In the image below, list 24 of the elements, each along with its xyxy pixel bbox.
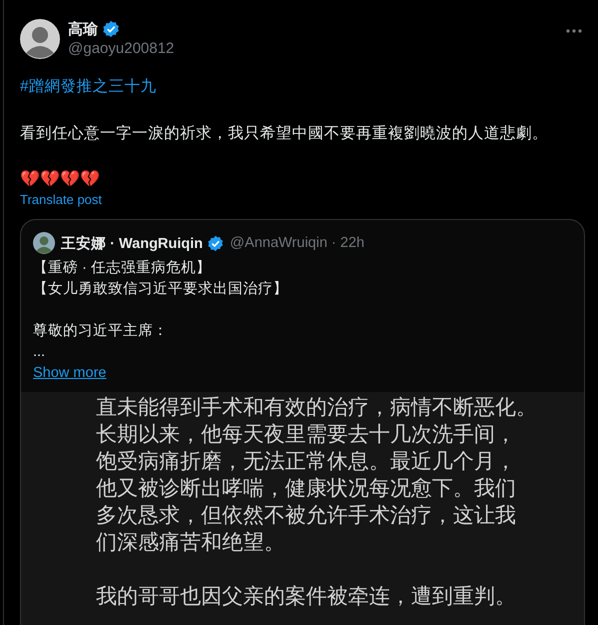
screenshot-text-line: 他又被诊断出哮喘，健康状况每况愈下。我们: [96, 476, 517, 502]
more-icon[interactable]: [566, 29, 582, 33]
quote-text-line: 尊敬的习近平主席：: [33, 322, 169, 341]
quoted-post-card[interactable]: [20, 219, 585, 625]
avatar-icon[interactable]: [20, 19, 60, 59]
quote-text-line: 【女儿勇敢致信习近平要求出国治疗】: [33, 280, 289, 299]
author-name[interactable]: 王安娜 · WangRuiqin: [61, 234, 203, 252]
screenshot-text-line: 饱受病痛折磨，无法正常休息。最近几个月，: [96, 449, 517, 475]
screenshot-text-line: 直未能得到手术和有效的治疗，病情不断恶化。: [96, 395, 538, 421]
handle-and-time: @AnnaWruiqin · 22h: [230, 235, 364, 251]
show-more-link[interactable]: Show more: [33, 365, 106, 381]
post-text: 看到任心意一字一淚的祈求，我只希望中國不要再重複劉曉波的人道悲劇。: [20, 124, 549, 144]
translate-link[interactable]: Translate post: [20, 192, 102, 207]
quote-text-line: 【重磅 · 任志强重病危机】: [33, 258, 212, 278]
author-name[interactable]: 高瑜: [68, 20, 98, 38]
screenshot-text-line: 长期以来，他每天夜里需要去十几次洗手间，: [96, 422, 517, 448]
screenshot-text-line: 我的哥哥也因父亲的案件被牵连，遭到重判。: [96, 584, 517, 610]
avatar-icon[interactable]: [33, 232, 55, 254]
screenshot-text-line: 多次恳求，但依然不被允许手术治疗，这让我: [96, 503, 517, 529]
hashtag-link[interactable]: #蹭網發推之三十九: [20, 78, 157, 95]
author-handle[interactable]: @gaoyu200812: [68, 40, 174, 57]
screenshot-text-line: 们深感痛苦和绝望。: [96, 530, 286, 556]
emoji-text: 💔💔💔💔: [20, 170, 101, 190]
quote-text-line: ...: [33, 343, 46, 362]
